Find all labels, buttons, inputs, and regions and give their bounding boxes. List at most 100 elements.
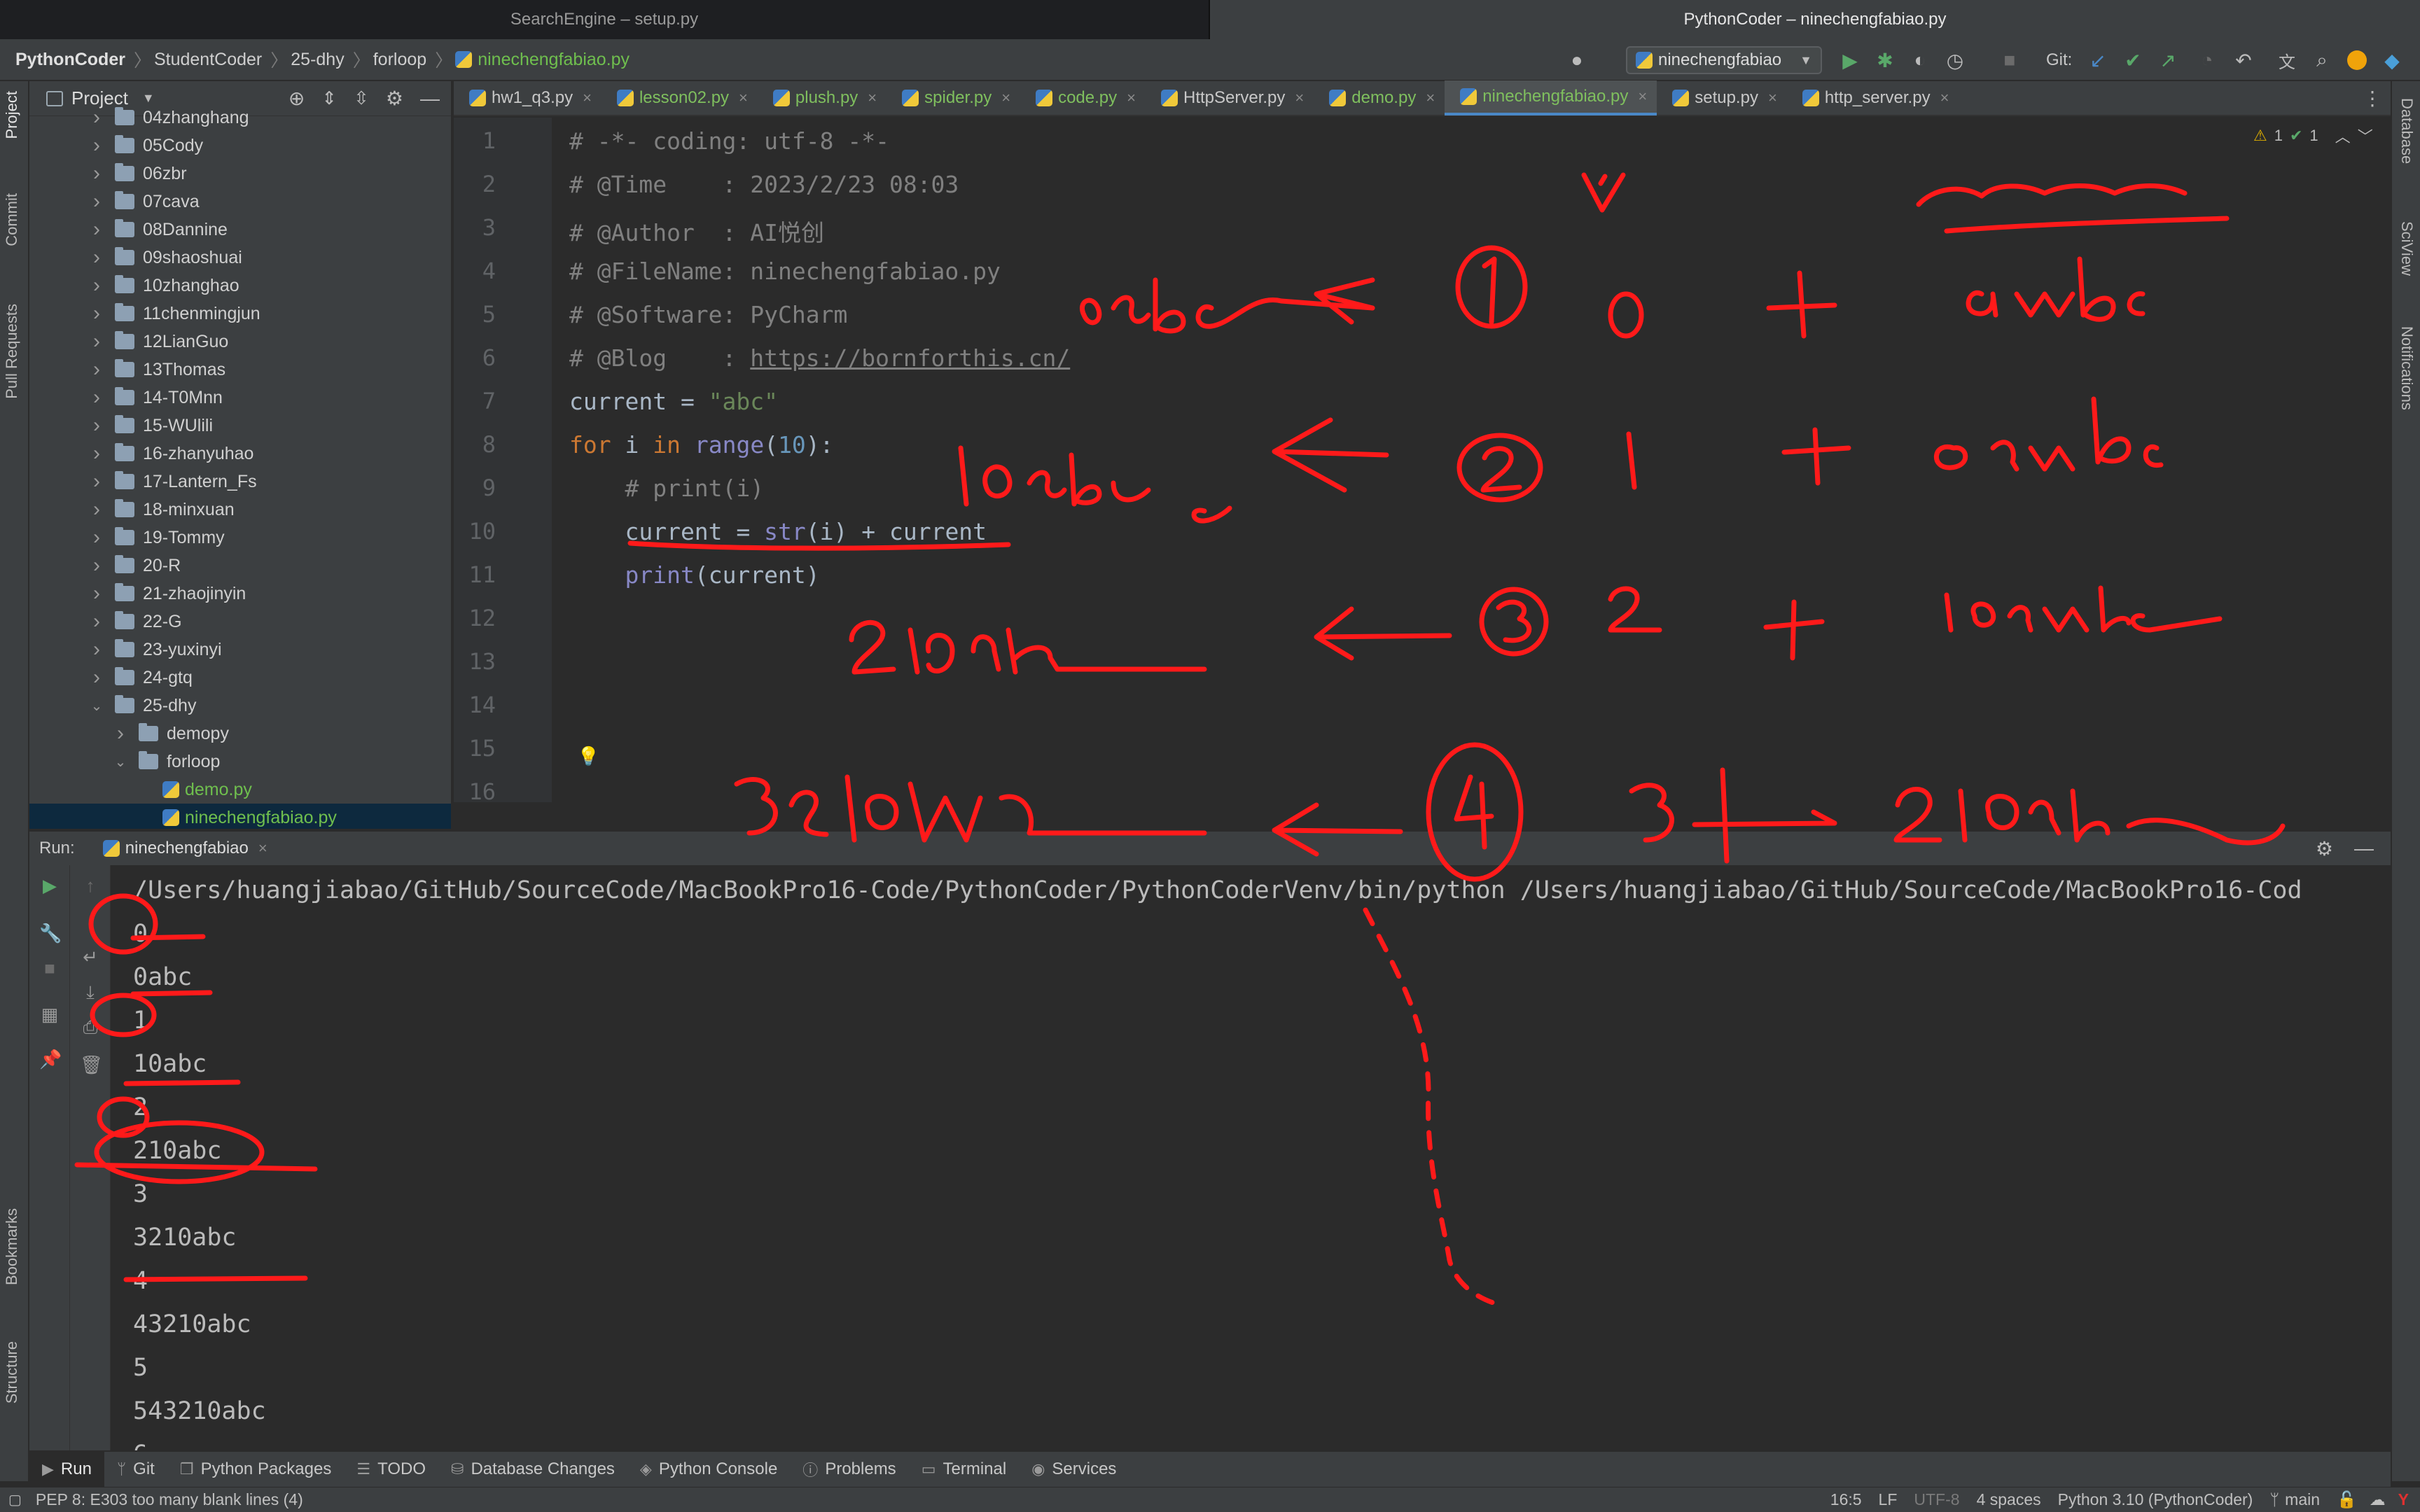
tool-window-button[interactable]: ⓘ Problems — [790, 1451, 908, 1488]
tree-folder[interactable]: › 12LianGuo — [29, 328, 451, 356]
tool-window-sciview[interactable]: SciView — [2398, 221, 2416, 276]
tree-folder[interactable]: › 24-gtq — [29, 664, 451, 692]
tree-folder[interactable]: › 19-Tommy — [29, 524, 451, 552]
breadcrumb-item[interactable]: forloop — [373, 50, 426, 70]
tree-folder[interactable]: › 20-R — [29, 552, 451, 580]
cloud-icon[interactable]: ☁ — [2370, 1490, 2386, 1509]
chevron-right-icon[interactable]: › — [90, 526, 104, 550]
close-icon[interactable]: × — [1295, 89, 1304, 107]
status-bar-toggle-icon[interactable]: ▢ — [8, 1491, 22, 1508]
breadcrumb-item[interactable]: PythonCoder — [15, 50, 125, 70]
stop-icon[interactable]: ■ — [39, 958, 60, 979]
tree-folder[interactable]: › 08Dannine — [29, 216, 451, 244]
tool-window-button[interactable]: ▶ Run — [29, 1451, 104, 1488]
editor-tab[interactable]: HttpServer.py × — [1146, 80, 1314, 115]
git-update-icon[interactable]: ↙ — [2087, 49, 2109, 71]
chevron-right-icon[interactable]: › — [90, 274, 104, 298]
scroll-to-end-icon[interactable]: ⤓ — [80, 981, 101, 1002]
tool-window-project[interactable]: Project — [3, 91, 21, 139]
close-icon[interactable]: × — [1426, 89, 1435, 107]
rerun-icon[interactable]: ▶ — [39, 875, 60, 896]
history-icon[interactable]: ◔ — [2196, 49, 2218, 71]
editor-tab[interactable]: spider.py × — [886, 80, 1020, 115]
rollback-icon[interactable]: ↶ — [2232, 49, 2255, 71]
soft-wrap-icon[interactable]: ↵ — [80, 946, 101, 967]
tree-folder[interactable]: › 13Thomas — [29, 356, 451, 384]
tree-folder[interactable]: › 21-zhaojinyin — [29, 580, 451, 608]
tool-window-button[interactable]: ▭ Terminal — [909, 1451, 1020, 1488]
tool-window-database[interactable]: Database — [2398, 98, 2416, 164]
tree-folder[interactable]: › 07cava — [29, 188, 451, 216]
editor-tab[interactable]: setup.py × — [1657, 80, 1787, 115]
close-icon[interactable]: × — [1638, 88, 1647, 106]
stop-icon[interactable]: ■ — [1998, 49, 2021, 71]
tree-file[interactable]: demo.py — [29, 776, 451, 804]
close-icon[interactable]: × — [1768, 89, 1777, 107]
editor-tab[interactable]: plush.py × — [758, 80, 886, 115]
chevron-right-icon[interactable]: › — [90, 134, 104, 158]
editor-tab[interactable]: lesson02.py × — [601, 80, 758, 115]
tool-window-button[interactable]: ☰ TODO — [344, 1451, 438, 1488]
close-icon[interactable]: × — [739, 89, 748, 107]
tree-folder[interactable]: › 16-zhanyuhao — [29, 440, 451, 468]
trash-icon[interactable]: 🗑 — [80, 1054, 103, 1075]
tree-folder[interactable]: › 05Cody — [29, 132, 451, 160]
profile-icon[interactable]: ◷ — [1944, 49, 1966, 71]
close-icon[interactable]: × — [583, 89, 592, 107]
tree-folder[interactable]: ⌄ forloop — [29, 748, 451, 776]
editor-tab[interactable]: hw1_q3.py × — [454, 80, 601, 115]
breadcrumb-item[interactable]: ninechengfabiao.py — [478, 50, 630, 70]
code-editor[interactable]: ⚠ 1 ✔ 1 ︿ ﹀ 💡 # -*- coding: utf-8 -*- # @Ti… — [552, 118, 2382, 802]
update-icon[interactable] — [2346, 49, 2368, 71]
tree-folder[interactable]: › 14-T0Mnn — [29, 384, 451, 412]
chevron-right-icon[interactable]: › — [90, 218, 104, 241]
tool-window-commit[interactable]: Commit — [3, 193, 21, 246]
editor-tab[interactable]: code.py × — [1020, 80, 1146, 115]
debug-icon[interactable]: ✱ — [1874, 49, 1896, 71]
print-icon[interactable]: ⎙ — [80, 1016, 101, 1037]
tree-folder[interactable]: › 15-WUlili — [29, 412, 451, 440]
tree-folder[interactable]: › 18-minxuan — [29, 496, 451, 524]
tool-window-button[interactable]: ❒ Python Packages — [167, 1451, 345, 1488]
tool-window-button[interactable]: ◈ Python Console — [627, 1451, 790, 1488]
chevron-right-icon[interactable]: › — [90, 246, 104, 270]
tool-window-button[interactable]: ◉ Services — [1019, 1451, 1129, 1488]
chevron-right-icon[interactable]: › — [90, 582, 104, 606]
wrench-icon[interactable]: 🔧 — [39, 923, 62, 944]
tree-folder[interactable]: › 22-G — [29, 608, 451, 636]
chevron-right-icon[interactable]: › — [90, 330, 104, 354]
chevron-right-icon[interactable]: › — [90, 638, 104, 662]
inspection-widget[interactable]: ⚠ 1 ✔ 1 ︿ ﹀ — [2253, 125, 2373, 147]
tool-window-button[interactable]: ⛁ Database Changes — [438, 1451, 627, 1488]
editor-tab[interactable]: demo.py × — [1314, 80, 1445, 115]
interpreter-setting[interactable]: Python 3.10 (PythonCoder) — [2058, 1490, 2253, 1509]
coverage-icon[interactable]: ◐ — [1909, 49, 1931, 71]
chevron-down-icon[interactable]: ﹀ — [2358, 125, 2373, 147]
tree-folder[interactable]: › 06zbr — [29, 160, 451, 188]
chevron-right-icon[interactable]: › — [113, 722, 127, 746]
tool-window-pull-requests[interactable]: Pull Requests — [3, 304, 21, 399]
lightbulb-icon[interactable]: 💡 — [577, 746, 599, 767]
caret-position[interactable]: 16:5 — [1830, 1490, 1862, 1509]
indent-setting[interactable]: 4 spaces — [1977, 1490, 2041, 1509]
chevron-right-icon[interactable]: › — [90, 666, 104, 690]
chevron-right-icon[interactable]: › — [90, 386, 104, 410]
chevron-right-icon[interactable]: › — [90, 470, 104, 493]
lock-icon[interactable]: 🔓 — [2337, 1490, 2357, 1509]
breadcrumb-item[interactable]: StudentCoder — [154, 50, 262, 70]
git-push-icon[interactable]: ↗ — [2157, 49, 2179, 71]
breadcrumb-item[interactable]: 25-dhy — [291, 50, 344, 70]
tool-window-bookmarks[interactable]: Bookmarks — [3, 1208, 21, 1285]
chevron-right-icon[interactable]: › — [90, 498, 104, 522]
tree-folder[interactable]: › 09shaoshuai — [29, 244, 451, 272]
minimize-icon[interactable]: — — [2354, 837, 2374, 860]
translate-icon[interactable]: 文 — [2276, 49, 2298, 72]
git-commit-icon[interactable]: ✔ — [2122, 49, 2144, 71]
chevron-right-icon[interactable]: › — [90, 302, 104, 326]
run-tab[interactable]: ninechengfabiao × — [102, 839, 267, 858]
chevron-right-icon[interactable]: › — [90, 358, 104, 382]
run-console-output[interactable]: /Users/huangjiabao/GitHub/SourceCode/Mac… — [111, 865, 2391, 1450]
tree-folder[interactable]: ⌄ 25-dhy — [29, 692, 451, 720]
chevron-up-icon[interactable]: ︿ — [2335, 125, 2351, 147]
tree-file[interactable]: ninechengfabiao.py — [29, 804, 451, 829]
